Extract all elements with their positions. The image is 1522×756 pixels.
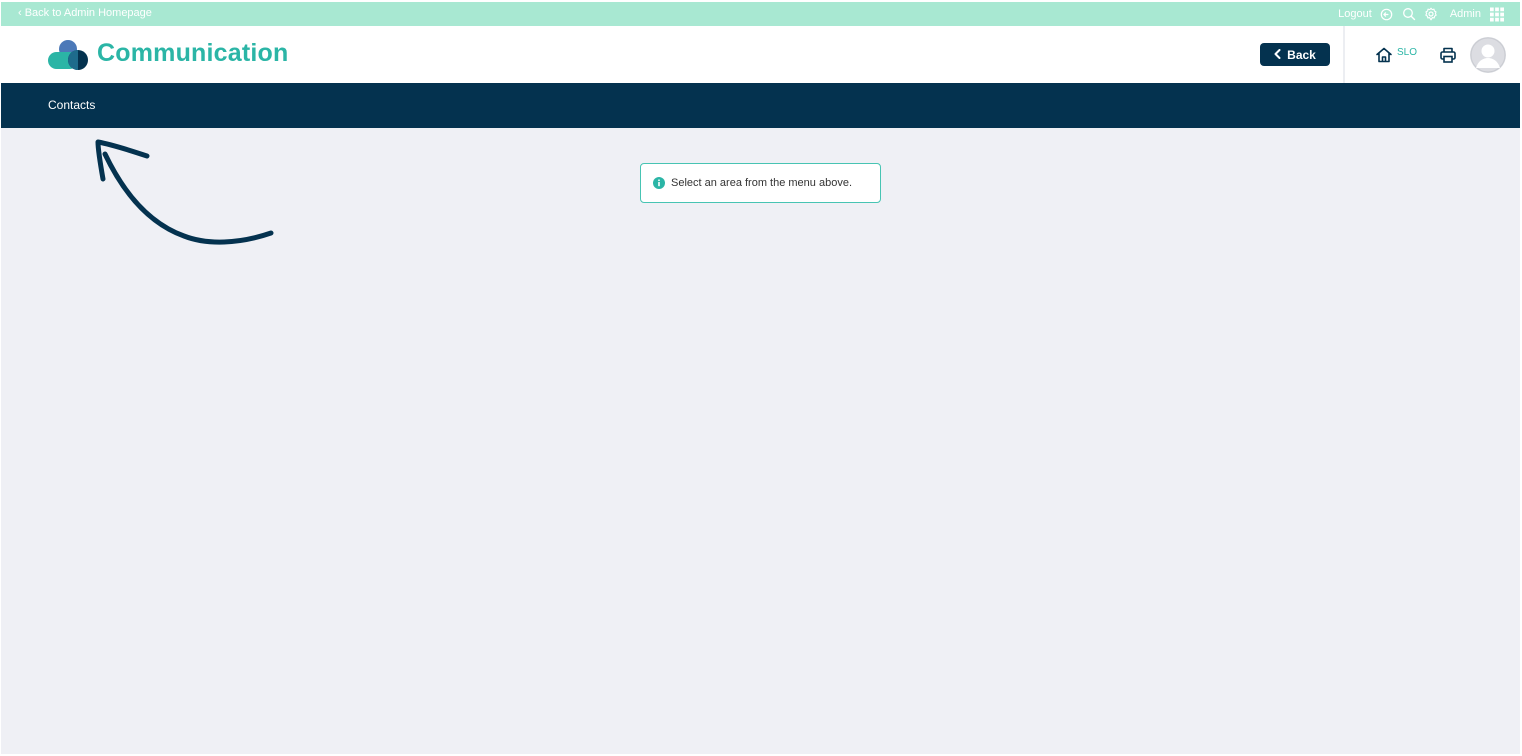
app-logo (48, 40, 88, 70)
logout-link[interactable]: Logout (1338, 8, 1372, 20)
main-nav: Contacts (1, 83, 1520, 128)
logout-icon[interactable] (1380, 7, 1394, 21)
chevron-left-icon (1274, 48, 1281, 62)
back-to-admin-link[interactable]: ‹ Back to Admin Homepage (18, 7, 152, 19)
home-icon[interactable] (1375, 46, 1393, 64)
app-frame: ‹ Back to Admin Homepage Logout Admin Co… (1, 2, 1520, 754)
page-title: Communication (97, 39, 289, 67)
arrow-annotation (95, 139, 274, 245)
back-button[interactable]: Back (1260, 43, 1330, 66)
info-message-text: Select an area from the menu above. (671, 177, 852, 189)
nav-item-contacts[interactable]: Contacts (48, 98, 95, 112)
search-icon[interactable] (1402, 7, 1416, 21)
avatar[interactable] (1470, 37, 1506, 73)
print-icon[interactable] (1439, 46, 1457, 64)
app-header: Communication Back SLO (1, 26, 1520, 83)
info-icon (653, 177, 665, 189)
header-divider (1343, 26, 1345, 83)
top-utility-actions: Logout Admin (1330, 2, 1520, 26)
back-button-label: Back (1287, 47, 1316, 62)
school-code-label[interactable]: SLO (1397, 47, 1417, 58)
settings-icon[interactable] (1424, 7, 1438, 21)
user-name-label[interactable]: Admin (1450, 8, 1481, 20)
top-utility-bar: ‹ Back to Admin Homepage Logout Admin (1, 2, 1520, 26)
info-message: Select an area from the menu above. (640, 163, 881, 203)
apps-grid-icon[interactable] (1490, 7, 1504, 21)
